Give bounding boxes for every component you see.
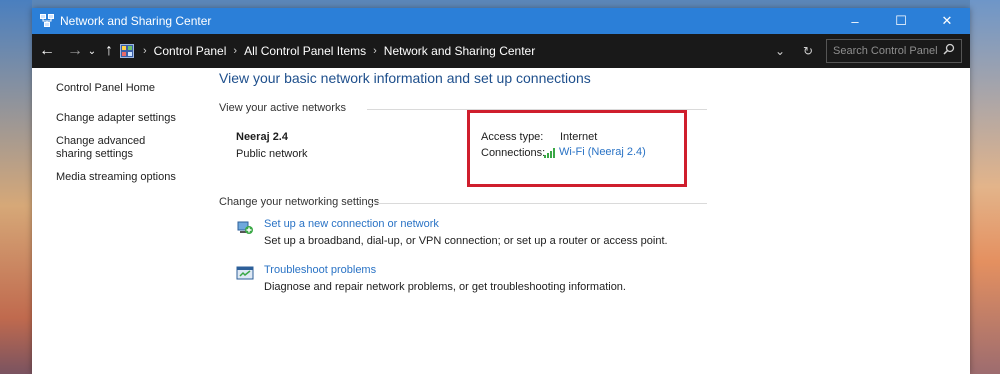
address-dropdown-icon[interactable]: ⌄	[766, 44, 794, 58]
network-sharing-window: Network and Sharing Center – ☐ ✕ ← → ⌄ ↑…	[32, 8, 970, 374]
back-arrow-icon[interactable]: ←	[36, 42, 58, 60]
sidebar: Control Panel Home Change adapter settin…	[56, 82, 206, 194]
setup-connection-link[interactable]: Set up a new connection or network	[264, 218, 439, 230]
up-arrow-icon[interactable]: ↑	[98, 42, 120, 60]
breadcrumb-separator-icon: ›	[373, 45, 377, 57]
highlight-box	[467, 110, 687, 187]
maximize-button[interactable]: ☐	[878, 8, 924, 34]
refresh-icon[interactable]: ↻	[794, 44, 822, 58]
recent-locations-icon[interactable]: ⌄	[86, 46, 98, 57]
breadcrumb-network-center[interactable]: Network and Sharing Center	[384, 44, 535, 58]
settings-title: Change your networking settings	[219, 196, 380, 208]
sidebar-item-control-panel-home[interactable]: Control Panel Home	[56, 82, 206, 95]
search-placeholder: Search Control Panel	[833, 45, 938, 57]
address-field[interactable]: › Control Panel › All Control Panel Item…	[120, 39, 834, 63]
sidebar-item-advanced-sharing[interactable]: Change advanced sharing settings	[56, 135, 180, 161]
breadcrumb-separator-icon: ›	[233, 45, 238, 57]
title-bar[interactable]: Network and Sharing Center – ☐ ✕	[32, 8, 970, 34]
setup-connection-description: Set up a broadband, dial-up, or VPN conn…	[264, 235, 668, 247]
breadcrumb-all-items[interactable]: All Control Panel Items	[244, 44, 366, 58]
search-input[interactable]: Search Control Panel	[826, 39, 962, 63]
desktop-wallpaper-left	[0, 0, 32, 374]
troubleshoot-description: Diagnose and repair network problems, or…	[264, 281, 626, 293]
minimize-button[interactable]: –	[832, 8, 878, 34]
close-button[interactable]: ✕	[924, 8, 970, 34]
active-networks-title: View your active networks	[219, 102, 346, 114]
troubleshoot-link[interactable]: Troubleshoot problems	[264, 264, 376, 276]
breadcrumb-separator-icon: ›	[143, 45, 147, 57]
settings-section: Change your networking settings	[219, 196, 819, 208]
network-type: Public network	[236, 148, 308, 160]
sidebar-item-change-adapter[interactable]: Change adapter settings	[56, 112, 206, 125]
section-divider	[371, 203, 707, 204]
breadcrumb-control-panel[interactable]: Control Panel	[154, 44, 227, 58]
page-title: View your basic network information and …	[219, 70, 591, 86]
search-icon[interactable]	[943, 43, 955, 58]
main-content: View your basic network information and …	[219, 70, 819, 293]
network-center-icon	[40, 14, 54, 28]
forward-arrow-icon[interactable]: →	[64, 42, 86, 60]
sidebar-item-media-streaming[interactable]: Media streaming options	[56, 171, 206, 184]
network-name: Neeraj 2.4	[236, 131, 288, 143]
desktop-wallpaper-right	[970, 0, 1000, 374]
troubleshoot-icon	[236, 264, 254, 282]
window-title: Network and Sharing Center	[60, 14, 212, 28]
address-bar: ← → ⌄ ↑ › Control Panel › All Control Pa…	[32, 34, 970, 68]
control-panel-icon	[120, 44, 134, 58]
new-connection-icon	[236, 218, 254, 236]
